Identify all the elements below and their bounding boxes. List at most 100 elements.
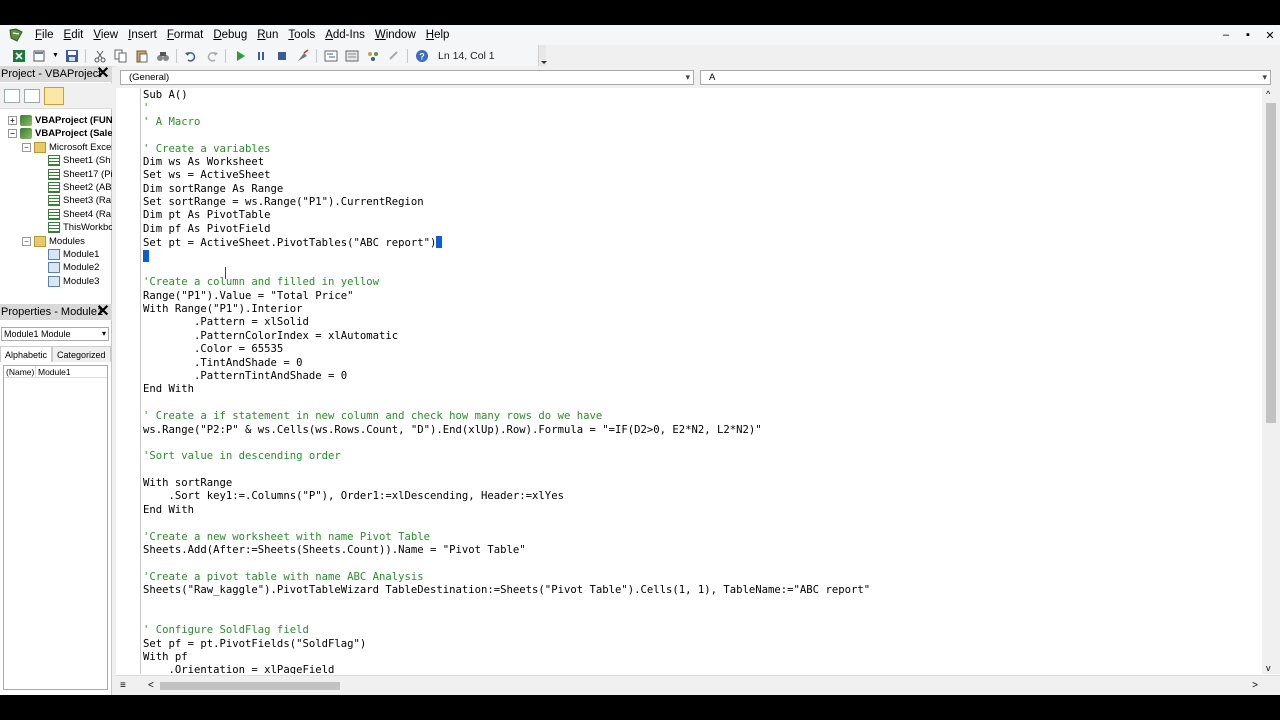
view-excel-icon[interactable] xyxy=(11,48,27,64)
code-line[interactable]: Range("P1").Value = "Total Price" xyxy=(143,290,353,303)
redo-icon[interactable] xyxy=(204,48,220,64)
code-comment-line[interactable]: 'Create a new worksheet with name Pivot … xyxy=(143,531,430,544)
expand-icon[interactable]: + xyxy=(8,116,17,125)
property-value[interactable]: Module1 xyxy=(36,366,71,377)
code-line[interactable]: ws.Range("P2:P" & ws.Cells(ws.Rows.Count… xyxy=(143,424,762,437)
dropdown-arrow-icon[interactable]: ▼ xyxy=(52,48,59,64)
code-line[interactable]: .PatternColorIndex = xlAutomatic xyxy=(143,330,398,343)
code-line[interactable]: Dim pf As PivotField xyxy=(143,223,271,236)
code-horizontal-scrollbar[interactable]: ≡ < > xyxy=(116,675,1280,695)
tree-item-folder[interactable]: − Modules xyxy=(22,235,85,248)
menu-tools[interactable]: Tools xyxy=(283,25,320,45)
menu-run[interactable]: Run xyxy=(252,25,283,45)
save-icon[interactable] xyxy=(64,48,80,64)
code-line[interactable]: Sheets("Raw_kaggle").PivotTableWizard Ta… xyxy=(143,584,870,597)
view-toggle-icon[interactable]: ≡ xyxy=(120,680,138,692)
properties-window-icon[interactable] xyxy=(344,48,360,64)
code-comment-line[interactable]: ' Create a variables xyxy=(143,143,271,156)
toggle-folders-icon[interactable] xyxy=(44,86,64,105)
restore-icon[interactable]: ▪ xyxy=(1242,29,1254,41)
close-icon[interactable]: ✕ xyxy=(96,66,110,82)
object-browser-icon[interactable] xyxy=(365,48,381,64)
code-line[interactable]: .Pattern = xlSolid xyxy=(143,316,309,329)
tree-item-project[interactable]: + VBAProject (FUNC xyxy=(8,114,112,127)
tree-item-module[interactable]: Module1 xyxy=(48,248,99,261)
scroll-left-icon[interactable]: < xyxy=(148,680,154,691)
tab-alphabetic[interactable]: Alphabetic xyxy=(0,346,53,362)
code-line[interactable]: Set pt = ActiveSheet.PivotTables("ABC re… xyxy=(143,236,443,249)
reset-icon[interactable] xyxy=(274,48,290,64)
code-line[interactable]: With pf xyxy=(143,651,188,664)
close-icon[interactable]: ✕ xyxy=(96,304,110,320)
close-icon[interactable]: ✕ xyxy=(1264,29,1276,42)
menu-file[interactable]: File xyxy=(30,25,59,45)
code-line[interactable]: With sortRange xyxy=(143,477,232,490)
code-line[interactable]: End With xyxy=(143,383,194,396)
collapse-icon[interactable]: − xyxy=(8,129,17,139)
scroll-right-icon[interactable]: > xyxy=(1252,680,1258,691)
code-line[interactable]: Dim ws As Worksheet xyxy=(143,156,264,169)
minimize-icon[interactable]: – xyxy=(1220,29,1232,41)
procedure-combo[interactable]: A ▾ xyxy=(700,70,1271,85)
copy-icon[interactable] xyxy=(113,48,129,64)
insert-module-icon[interactable] xyxy=(32,48,48,64)
code-line[interactable]: Sub A() xyxy=(143,89,188,102)
collapse-icon[interactable]: − xyxy=(22,236,31,246)
menu-format[interactable]: Format xyxy=(162,25,208,45)
code-line[interactable]: Set pf = pt.PivotFields("SoldFlag") xyxy=(143,638,366,651)
code-comment-line[interactable]: ' A Macro xyxy=(143,116,200,129)
tree-item-sheet[interactable]: Sheet1 (Sh xyxy=(48,154,111,167)
run-icon[interactable] xyxy=(232,48,248,64)
code-comment-line[interactable]: ' Configure SoldFlag field xyxy=(143,624,309,637)
menu-debug[interactable]: Debug xyxy=(208,25,252,45)
tree-item-sheet[interactable]: Sheet2 (AB xyxy=(48,181,112,194)
tree-item-module[interactable]: Module2 xyxy=(48,261,99,274)
code-line[interactable] xyxy=(143,249,149,263)
code-vertical-scrollbar[interactable]: ^ v xyxy=(1262,88,1280,674)
scroll-down-icon[interactable]: v xyxy=(1266,663,1271,673)
code-line[interactable]: Sheets.Add(After:=Sheets(Sheets.Count)).… xyxy=(143,544,526,557)
tree-item-project[interactable]: − VBAProject (Sale xyxy=(8,127,112,140)
tree-item-sheet[interactable]: Sheet4 (Ra xyxy=(48,208,111,221)
project-explorer-icon[interactable] xyxy=(323,48,339,64)
code-line[interactable]: .TintAndShade = 0 xyxy=(143,357,302,370)
code-line[interactable]: End With xyxy=(143,504,194,517)
code-comment-line[interactable]: ' Create a if statement in new column an… xyxy=(143,410,602,423)
menu-help[interactable]: Help xyxy=(421,25,455,45)
undo-icon[interactable] xyxy=(183,48,199,64)
scrollbar-thumb[interactable] xyxy=(160,682,340,690)
design-mode-icon[interactable] xyxy=(295,48,311,64)
code-comment-line[interactable]: ' xyxy=(143,102,149,115)
menu-edit[interactable]: Edit xyxy=(59,25,89,45)
scrollbar-thumb[interactable] xyxy=(1266,103,1276,423)
code-margin-indicator-bar[interactable] xyxy=(116,88,141,674)
code-line[interactable]: With Range("P1").Interior xyxy=(143,303,302,316)
code-line[interactable]: .Color = 65535 xyxy=(143,343,283,356)
collapse-icon[interactable]: − xyxy=(22,142,31,152)
view-code-icon[interactable] xyxy=(4,88,20,103)
code-comment-line[interactable]: 'Create a pivot table with name ABC Anal… xyxy=(143,571,424,584)
cut-icon[interactable] xyxy=(92,48,108,64)
break-icon[interactable] xyxy=(253,48,269,64)
tree-item-sheet[interactable]: Sheet17 (Pi xyxy=(48,168,112,181)
code-line[interactable]: .Orientation = xlPageField xyxy=(143,664,335,674)
tree-item-sheet[interactable]: Sheet3 (Ra xyxy=(48,194,111,207)
code-line[interactable]: Dim pt As PivotTable xyxy=(143,209,271,222)
code-comment-line[interactable]: 'Sort value in descending order xyxy=(143,450,341,463)
menu-view[interactable]: View xyxy=(88,25,123,45)
toolbar-options-handle[interactable] xyxy=(538,45,547,67)
code-editor[interactable]: Sub A() ' ' A Macro ' Create a variables Dim… xyxy=(142,88,1262,674)
tab-categorized[interactable]: Categorized xyxy=(52,346,111,362)
code-line[interactable]: Dim sortRange As Range xyxy=(143,183,283,196)
find-icon[interactable] xyxy=(155,48,171,64)
help-icon[interactable]: ? xyxy=(414,48,430,64)
code-comment-line[interactable]: 'Create a column and filled in yellow xyxy=(143,276,379,289)
object-select[interactable]: Module1 Module ▾ xyxy=(1,327,109,341)
tree-item-sheet[interactable]: ThisWorkbo xyxy=(48,221,112,234)
object-combo[interactable]: (General) ▾ xyxy=(120,70,694,85)
tree-item-folder[interactable]: − Microsoft Excel xyxy=(22,141,112,154)
property-row[interactable]: (Name) Module1 xyxy=(4,366,107,378)
scroll-up-icon[interactable]: ^ xyxy=(1266,89,1270,99)
view-object-icon[interactable] xyxy=(24,88,40,103)
menu-insert[interactable]: Insert xyxy=(123,25,162,45)
